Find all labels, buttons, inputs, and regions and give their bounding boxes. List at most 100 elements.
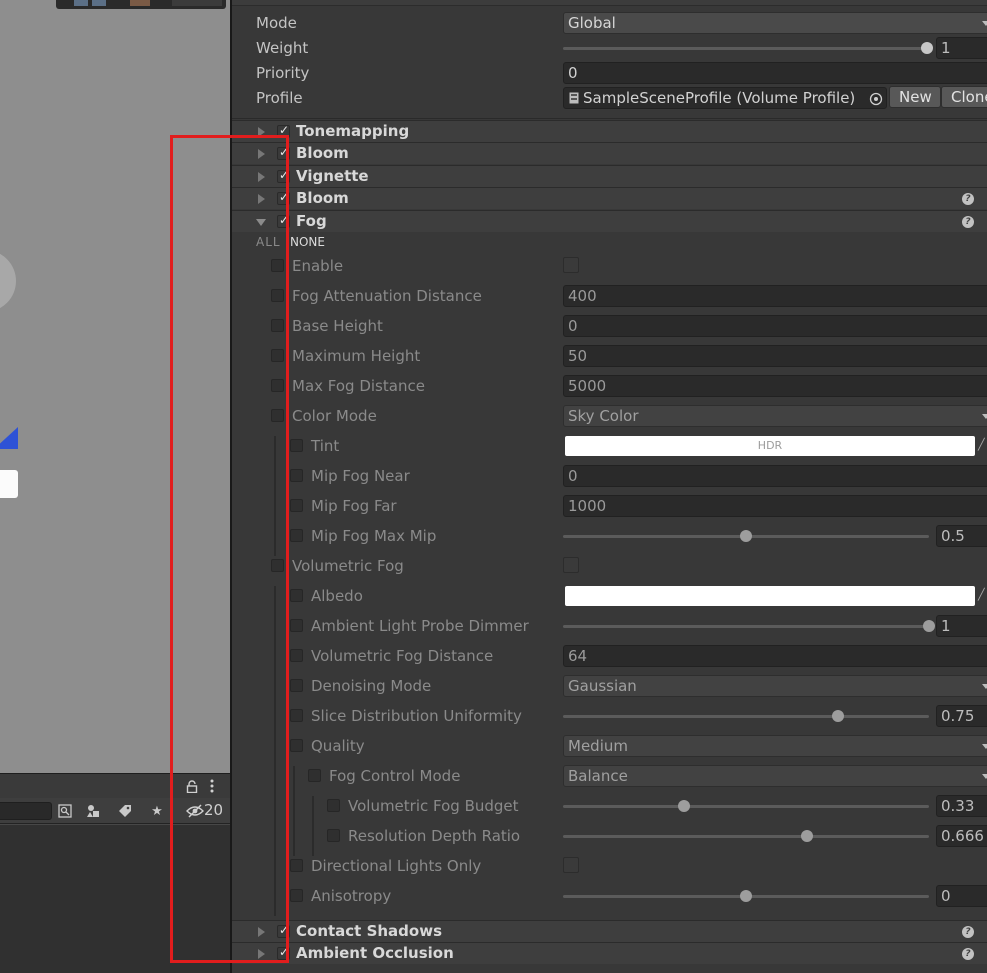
override-checkbox[interactable]: [290, 499, 303, 512]
attenuation-field[interactable]: 400: [563, 285, 987, 307]
hidden-objects-icon[interactable]: [186, 804, 204, 818]
quality-dropdown[interactable]: Medium: [563, 735, 987, 757]
override-checkbox[interactable]: [290, 889, 303, 902]
scene-tool-icon[interactable]: [172, 0, 222, 6]
mip-far-field[interactable]: 1000: [563, 495, 987, 517]
component-header-tonemapping[interactable]: Tonemapping: [232, 120, 987, 142]
eyedropper-icon[interactable]: ╱: [978, 438, 987, 454]
probe-dimmer-field[interactable]: 1: [936, 615, 987, 637]
override-checkbox[interactable]: [290, 679, 303, 692]
slice-slider-track[interactable]: [563, 715, 929, 718]
priority-field[interactable]: 0: [563, 62, 987, 84]
component-enable-checkbox[interactable]: [277, 190, 290, 205]
volumetric-fog-toggle[interactable]: [563, 557, 579, 573]
override-checkbox[interactable]: [290, 529, 303, 542]
search-mode-icon[interactable]: [56, 803, 74, 819]
tint-color-field[interactable]: HDR: [565, 436, 975, 456]
override-checkbox[interactable]: [271, 409, 284, 422]
foldout-arrow-icon[interactable]: [258, 149, 265, 159]
base-height-field[interactable]: 0: [563, 315, 987, 337]
denoising-dropdown[interactable]: Gaussian: [563, 675, 987, 697]
dir-lights-toggle[interactable]: [563, 857, 579, 873]
foldout-arrow-icon[interactable]: [258, 127, 265, 137]
override-checkbox[interactable]: [290, 709, 303, 722]
component-header-ambient-occlusion[interactable]: Ambient Occlusion ?: [232, 942, 987, 964]
component-enable-checkbox[interactable]: [277, 945, 290, 960]
mip-near-field[interactable]: 0: [563, 465, 987, 487]
scene-view[interactable]: [0, 0, 230, 773]
override-checkbox[interactable]: [271, 559, 284, 572]
more-options-icon[interactable]: [208, 779, 216, 793]
mip-max-field[interactable]: 0.5: [936, 525, 987, 547]
budget-field[interactable]: 0.33: [936, 795, 987, 817]
override-checkbox[interactable]: [271, 349, 284, 362]
anisotropy-field[interactable]: 0: [936, 885, 987, 907]
max-height-field[interactable]: 50: [563, 345, 987, 367]
component-header-vignette[interactable]: Vignette: [232, 165, 987, 187]
component-header-bloom[interactable]: Bloom: [232, 142, 987, 164]
depth-ratio-field[interactable]: 0.666: [936, 825, 987, 847]
all-overrides-button[interactable]: ALL: [256, 235, 281, 249]
component-header-contact-shadows[interactable]: Contact Shadows ?: [232, 920, 987, 942]
foldout-arrow-expanded-icon[interactable]: [256, 219, 266, 226]
budget-slider-track[interactable]: [563, 805, 929, 808]
lock-icon[interactable]: [186, 780, 198, 793]
help-icon[interactable]: ?: [962, 948, 974, 960]
label-tag-icon[interactable]: [116, 803, 134, 819]
control-mode-dropdown[interactable]: Balance: [563, 765, 987, 787]
foldout-arrow-icon[interactable]: [258, 172, 265, 182]
eyedropper-icon[interactable]: ╱: [978, 588, 987, 604]
override-checkbox[interactable]: [290, 589, 303, 602]
favorites-star-icon[interactable]: ★: [148, 803, 166, 819]
component-enable-checkbox[interactable]: [277, 213, 290, 228]
foldout-arrow-icon[interactable]: [258, 927, 265, 937]
scene-toolbar[interactable]: [56, 0, 226, 9]
component-enable-checkbox[interactable]: [277, 145, 290, 160]
override-checkbox[interactable]: [271, 319, 284, 332]
weight-slider-handle[interactable]: [921, 42, 933, 54]
scene-tool-icon[interactable]: [92, 0, 106, 6]
scene-light-gizmo-icon[interactable]: [0, 250, 16, 312]
depth-ratio-slider-handle[interactable]: [800, 830, 813, 842]
scene-tool-icon[interactable]: [130, 0, 150, 6]
clone-profile-button[interactable]: Clone: [941, 86, 987, 108]
slice-slider-handle[interactable]: [831, 710, 844, 722]
component-enable-checkbox[interactable]: [277, 168, 290, 183]
override-checkbox[interactable]: [290, 439, 303, 452]
component-header-bloom-2[interactable]: Bloom ?: [232, 187, 987, 209]
enable-toggle[interactable]: [563, 257, 579, 273]
probe-dimmer-slider-track[interactable]: [563, 625, 929, 628]
albedo-color-field[interactable]: [565, 586, 975, 606]
help-icon[interactable]: ?: [962, 926, 974, 938]
component-enable-checkbox[interactable]: [277, 923, 290, 938]
slice-field[interactable]: 0.75: [936, 705, 987, 727]
foldout-arrow-icon[interactable]: [258, 194, 265, 204]
override-checkbox[interactable]: [271, 289, 284, 302]
depth-ratio-slider-track[interactable]: [563, 835, 929, 838]
help-icon[interactable]: ?: [962, 193, 974, 205]
vol-distance-field[interactable]: 64: [563, 645, 987, 667]
weight-slider-track[interactable]: [563, 47, 929, 50]
override-checkbox[interactable]: [290, 649, 303, 662]
override-checkbox[interactable]: [308, 769, 321, 782]
new-profile-button[interactable]: New: [889, 86, 941, 108]
component-header-fog[interactable]: Fog ?: [232, 210, 987, 232]
max-distance-field[interactable]: 5000: [563, 375, 987, 397]
override-checkbox[interactable]: [290, 619, 303, 632]
object-picker-icon[interactable]: [869, 92, 883, 106]
scene-white-object[interactable]: [0, 470, 18, 498]
type-filter-icon[interactable]: [84, 803, 102, 819]
override-checkbox[interactable]: [290, 469, 303, 482]
help-icon[interactable]: ?: [962, 216, 974, 228]
hierarchy-list[interactable]: [0, 825, 230, 973]
foldout-arrow-icon[interactable]: [258, 949, 265, 959]
component-enable-checkbox[interactable]: [277, 123, 290, 138]
override-checkbox[interactable]: [327, 799, 340, 812]
override-checkbox[interactable]: [271, 259, 284, 272]
color-mode-dropdown[interactable]: Sky Color: [563, 405, 987, 427]
budget-slider-handle[interactable]: [677, 800, 690, 812]
probe-dimmer-slider-handle[interactable]: [923, 620, 935, 632]
scene-blue-object[interactable]: [0, 427, 18, 449]
profile-object-field[interactable]: SampleSceneProfile (Volume Profile): [563, 87, 887, 109]
mode-dropdown[interactable]: Global: [563, 12, 987, 34]
